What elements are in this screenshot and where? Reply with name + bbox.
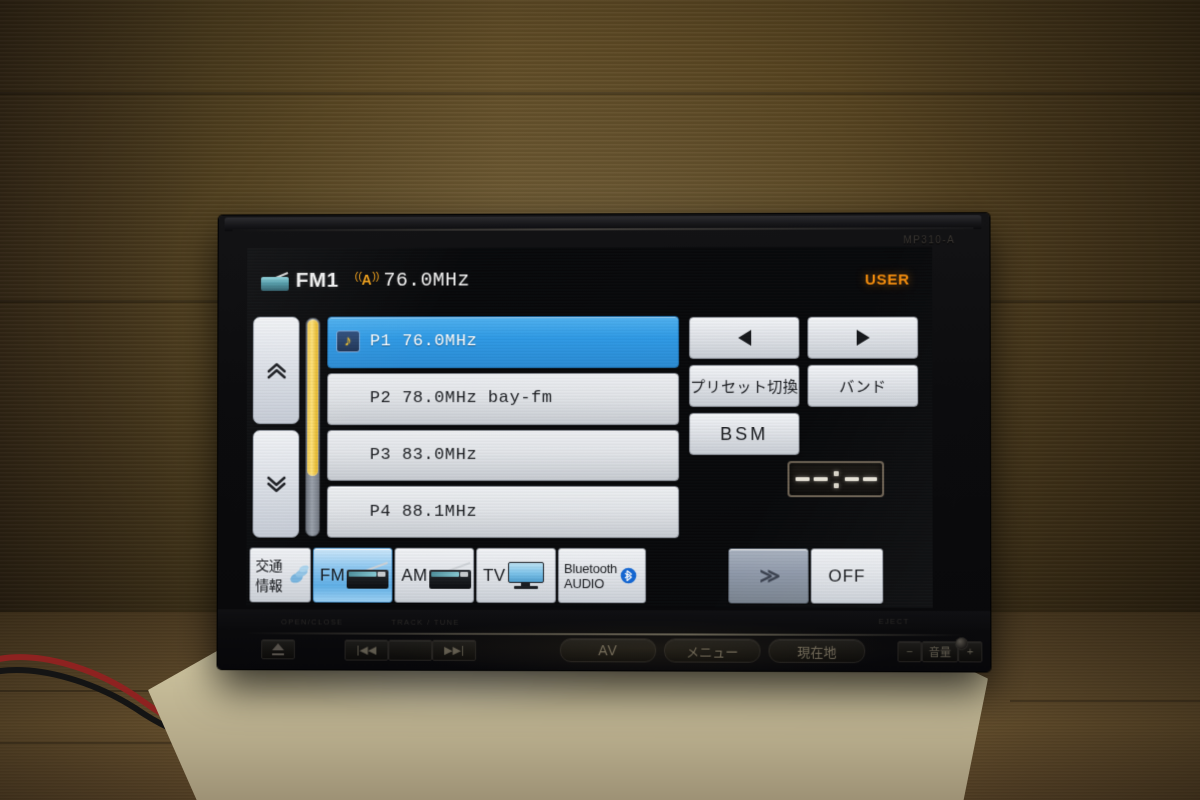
source-button-bluetooth-audio[interactable]: Bluetooth AUDIO bbox=[558, 548, 646, 603]
user-preset-badge: USER bbox=[865, 271, 910, 288]
clock-segment bbox=[795, 477, 809, 481]
photo-scene: MP310-A FM1 (( A )) 76.0MHz USER ♪ P1 76… bbox=[0, 0, 1200, 800]
track-next-button[interactable]: ▶▶| bbox=[432, 640, 476, 661]
current-location-button[interactable]: 現在地 bbox=[769, 639, 866, 663]
faceplate-highlight-line bbox=[243, 632, 964, 635]
preset-switch-button[interactable]: プリセット切換 bbox=[689, 365, 799, 407]
radio-tuner-icon bbox=[261, 271, 289, 290]
mini-radio-icon bbox=[347, 562, 389, 588]
clock-segment bbox=[813, 477, 827, 481]
triangle-right-icon bbox=[856, 330, 869, 346]
source-label: 交通情報 bbox=[250, 555, 287, 595]
car-audio-head-unit: MP310-A FM1 (( A )) 76.0MHz USER ♪ P1 76… bbox=[218, 213, 991, 671]
source-button-fm[interactable]: FM bbox=[313, 548, 393, 603]
seek-previous-button[interactable] bbox=[689, 317, 799, 359]
band-button[interactable]: バンド bbox=[807, 365, 918, 407]
menu-button[interactable]: メニュー bbox=[664, 638, 760, 662]
preset-list-item[interactable]: P3 83.0MHz bbox=[327, 429, 679, 481]
preset-label: P1 76.0MHz bbox=[370, 333, 477, 352]
clock-colon bbox=[833, 471, 838, 488]
source-bar-gap bbox=[648, 548, 726, 603]
chevron-double-down-icon bbox=[265, 474, 287, 494]
preset-label: P2 78.0MHz bay-fm bbox=[370, 389, 553, 408]
source-label: Bluetooth AUDIO bbox=[559, 561, 617, 591]
volume-label: 音量 bbox=[922, 641, 958, 662]
bsm-button[interactable]: BSM bbox=[689, 413, 799, 455]
lcd-touchscreen[interactable]: FM1 (( A )) 76.0MHz USER ♪ P1 76.0MHz P2… bbox=[246, 246, 932, 608]
preset-list-item[interactable]: P4 88.1MHz bbox=[327, 486, 679, 538]
antenna-a-icon: (( A )) bbox=[356, 271, 378, 291]
preset-list-item[interactable]: P2 78.0MHz bay-fm bbox=[327, 373, 679, 425]
scroll-down-button[interactable] bbox=[253, 430, 300, 538]
source-label: AM bbox=[395, 565, 427, 585]
status-bar: FM1 (( A )) 76.0MHz USER bbox=[247, 246, 932, 313]
scrollbar-thumb[interactable] bbox=[307, 320, 318, 476]
source-label: TV bbox=[477, 565, 505, 585]
eject-icon bbox=[271, 643, 285, 655]
av-button[interactable]: AV bbox=[560, 638, 656, 662]
bluetooth-icon bbox=[620, 567, 637, 584]
source-button-tv[interactable]: TV bbox=[476, 548, 556, 603]
faceplate-micro-label-track-tune: TRACK / TUNE bbox=[391, 618, 460, 627]
source-button-am[interactable]: AM bbox=[394, 548, 474, 603]
source-label: FM bbox=[314, 565, 345, 585]
preset-label: P3 83.0MHz bbox=[370, 446, 478, 465]
list-scrollbar[interactable] bbox=[305, 318, 320, 537]
tuner-control-pad: プリセット切換 バンド BSM bbox=[683, 313, 933, 542]
preset-list-item[interactable]: ♪ P1 76.0MHz bbox=[327, 316, 679, 368]
seek-next-button[interactable] bbox=[807, 317, 918, 359]
clock-segment bbox=[844, 477, 858, 481]
hardware-faceplate: OPEN/CLOSE TRACK / TUNE EJECT |◀◀ ▶▶| AV… bbox=[218, 609, 991, 671]
model-number-label: MP310-A bbox=[903, 235, 955, 246]
preset-station-list: ♪ P1 76.0MHz P2 78.0MHz bay-fm P3 83.0MH… bbox=[325, 313, 683, 541]
source-off-button[interactable]: OFF bbox=[811, 548, 884, 603]
eject-button[interactable] bbox=[261, 639, 295, 659]
source-selector-bar: 交通情報 FM AM TV Bluetooth AUDIO ≫ OFF bbox=[246, 545, 932, 608]
current-source-label: FM1 bbox=[296, 269, 339, 293]
clock-segment bbox=[862, 477, 876, 481]
traffic-hand-icon bbox=[288, 564, 310, 586]
chevron-double-up-icon bbox=[265, 360, 287, 380]
clock-display bbox=[787, 461, 884, 497]
source-button-traffic-info[interactable]: 交通情報 bbox=[249, 548, 311, 603]
triangle-left-icon bbox=[738, 330, 751, 346]
faceplate-micro-label-open-close: OPEN/CLOSE bbox=[281, 617, 343, 626]
list-scroll-column bbox=[247, 314, 303, 541]
preset-label: P4 88.1MHz bbox=[370, 502, 478, 521]
reset-knob-icon[interactable] bbox=[955, 637, 968, 650]
volume-down-button[interactable]: − bbox=[897, 641, 921, 662]
source-next-page-button[interactable]: ≫ bbox=[728, 548, 808, 603]
chevron-double-right-icon: ≫ bbox=[759, 563, 777, 588]
faceplate-micro-label-eject: EJECT bbox=[878, 617, 909, 626]
current-frequency-label: 76.0MHz bbox=[383, 269, 469, 292]
antenna-letter: A bbox=[362, 273, 372, 287]
music-note-icon: ♪ bbox=[336, 330, 360, 352]
mini-radio-icon bbox=[429, 562, 471, 588]
track-previous-button[interactable]: |◀◀ bbox=[345, 640, 389, 661]
tuner-main-area: ♪ P1 76.0MHz P2 78.0MHz bay-fm P3 83.0MH… bbox=[247, 313, 933, 542]
antenna-arc-right: )) bbox=[372, 272, 379, 283]
track-next-reserved[interactable] bbox=[388, 640, 432, 661]
tv-monitor-icon bbox=[508, 561, 546, 589]
scroll-up-button[interactable] bbox=[253, 317, 300, 424]
